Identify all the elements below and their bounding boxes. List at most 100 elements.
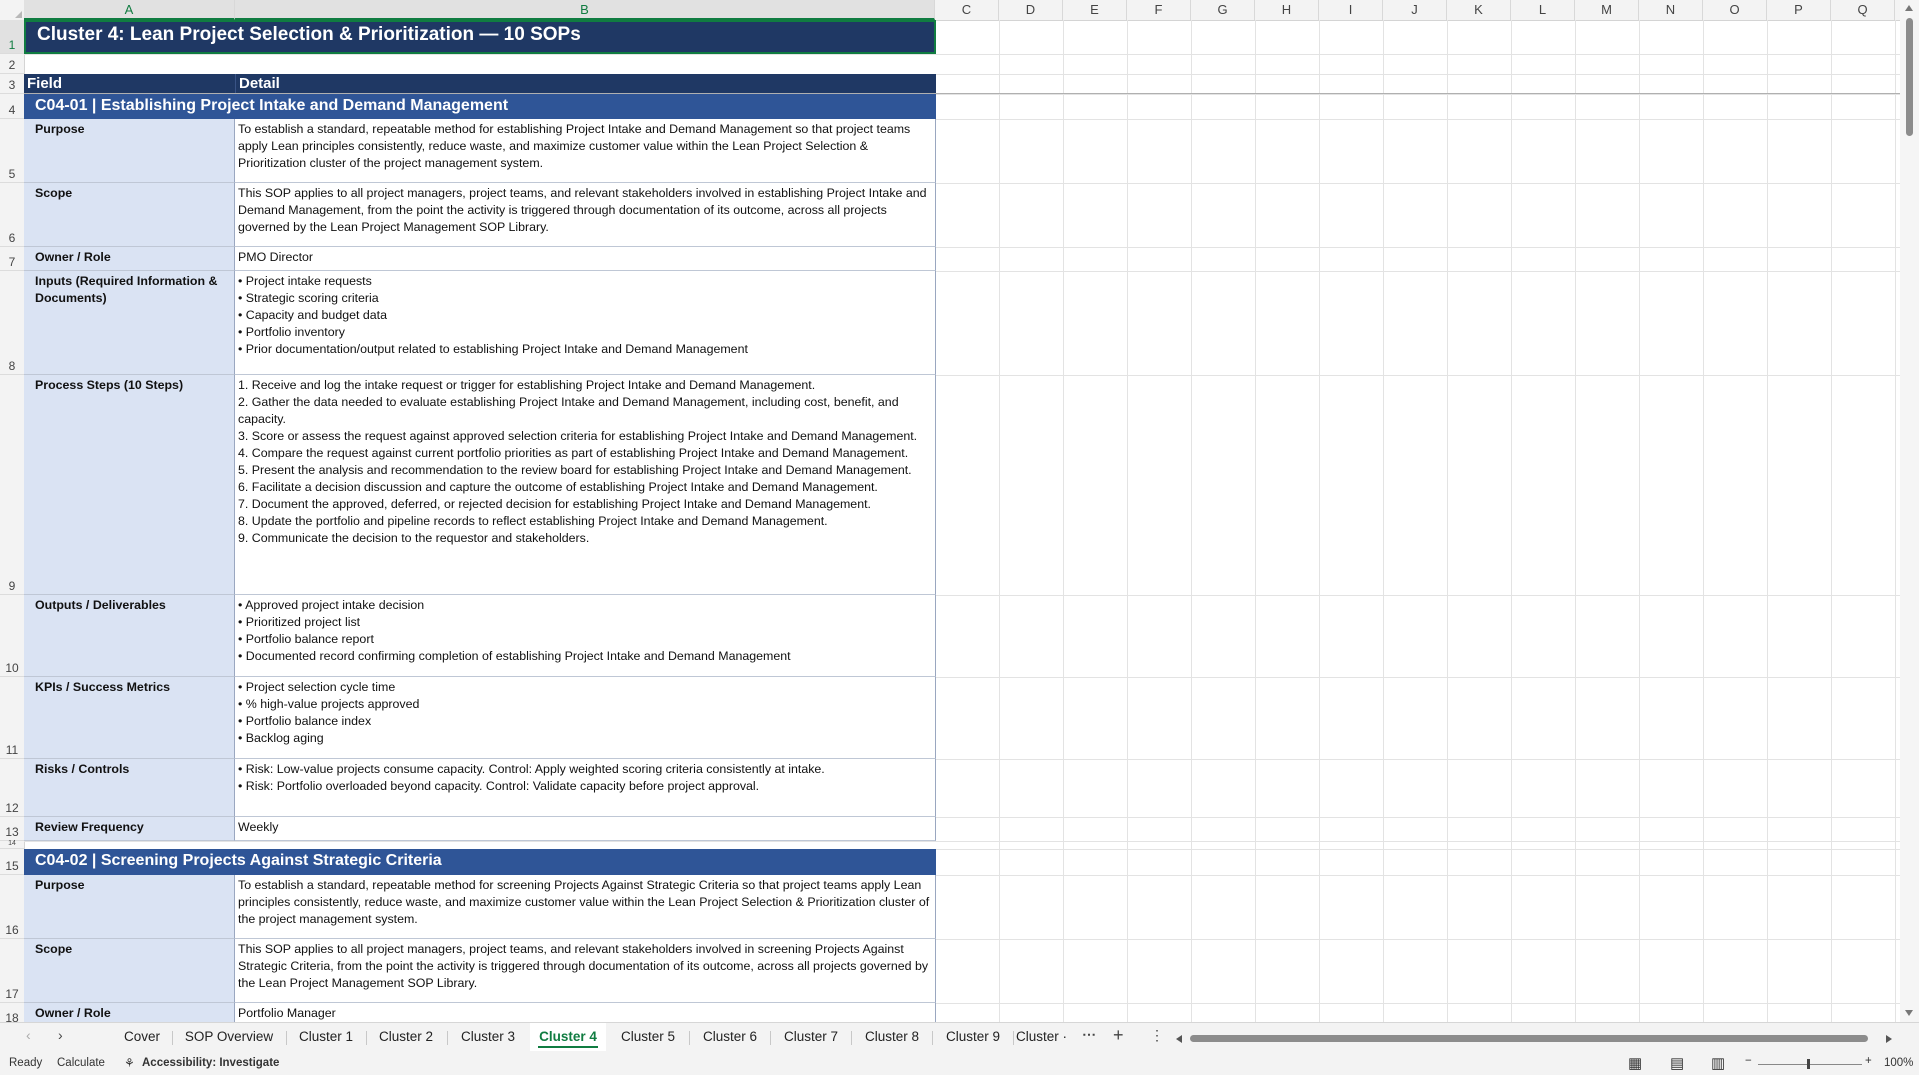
column-header-o[interactable]: O [1703, 0, 1767, 20]
tab-cluster-6[interactable]: Cluster 6 [692, 1023, 768, 1051]
column-header-m[interactable]: M [1575, 0, 1639, 20]
normal-view-icon[interactable]: ▦ [1628, 1054, 1642, 1072]
row-header-4[interactable]: 4 [0, 94, 24, 119]
tab-cluster-10-truncated[interactable]: Cluster · [1016, 1023, 1078, 1051]
scroll-down-icon[interactable] [1905, 1010, 1913, 1016]
row-header-16[interactable]: 16 [0, 875, 24, 939]
row-header-17[interactable]: 17 [0, 939, 24, 1003]
zoom-out-icon[interactable]: − [1745, 1055, 1752, 1067]
tab-cluster-7[interactable]: Cluster 7 [773, 1023, 849, 1051]
row-header-5[interactable]: 5 [0, 119, 24, 183]
column-header-l[interactable]: L [1511, 0, 1575, 20]
column-header-n[interactable]: N [1639, 0, 1703, 20]
tab-cluster-5[interactable]: Cluster 5 [610, 1023, 686, 1051]
row-header-6[interactable]: 6 [0, 183, 24, 247]
row-header-10[interactable]: 10 [0, 595, 24, 677]
detail-process-steps[interactable]: 1. Receive and log the intake request or… [235, 375, 936, 595]
field-review-frequency[interactable]: Review Frequency [24, 817, 235, 841]
select-all-button[interactable] [0, 0, 25, 20]
zoom-level[interactable]: 100% [1884, 1057, 1913, 1069]
row-header-3[interactable]: 3 [0, 74, 24, 94]
row-header-1[interactable]: 1 [0, 20, 24, 54]
column-header-h[interactable]: H [1255, 0, 1319, 20]
field-outputs[interactable]: Outputs / Deliverables [24, 595, 235, 677]
column-header-q[interactable]: Q [1831, 0, 1895, 20]
field-kpis[interactable]: KPIs / Success Metrics [24, 677, 235, 759]
accessibility-icon[interactable]: ⚘ [124, 1056, 135, 1070]
zoom-slider[interactable] [1758, 1064, 1862, 1065]
column-header-g[interactable]: G [1191, 0, 1255, 20]
page-layout-view-icon[interactable]: ▤ [1670, 1054, 1684, 1072]
column-header-d[interactable]: D [999, 0, 1063, 20]
row-header-11[interactable]: 11 [0, 677, 24, 759]
sheet-title-cell[interactable]: Cluster 4: Lean Project Selection & Prio… [24, 20, 936, 54]
detail-owner-role[interactable]: PMO Director [235, 247, 936, 271]
zoom-in-icon[interactable]: + [1865, 1055, 1872, 1067]
more-tabs-icon[interactable]: ⋯ [1082, 1026, 1096, 1043]
page-break-view-icon[interactable]: ▥ [1711, 1054, 1725, 1072]
column-header-b[interactable]: B [235, 0, 935, 20]
accessibility-status[interactable]: Accessibility: Investigate [142, 1057, 279, 1069]
horizontal-scrollbar[interactable] [1176, 1032, 1892, 1044]
column-header-f[interactable]: F [1127, 0, 1191, 20]
sop-header-c04-02[interactable]: C04-02 | Screening Projects Against Stra… [24, 849, 936, 875]
detail-kpis[interactable]: • Project selection cycle time • % high-… [235, 677, 936, 759]
detail-purpose[interactable]: To establish a standard, repeatable meth… [235, 875, 936, 939]
field-purpose[interactable]: Purpose [24, 119, 235, 183]
column-header-a[interactable]: A [24, 0, 235, 20]
detail-owner-role[interactable]: Portfolio Manager [235, 1003, 936, 1022]
tab-sop-overview[interactable]: SOP Overview [174, 1023, 284, 1051]
field-scope[interactable]: Scope [24, 183, 235, 247]
detail-purpose[interactable]: To establish a standard, repeatable meth… [235, 119, 936, 183]
field-process-steps[interactable]: Process Steps (10 Steps) [24, 375, 235, 595]
tab-scroll-right-icon[interactable]: › [58, 1027, 63, 1043]
field-scope[interactable]: Scope [24, 939, 235, 1003]
column-header-i[interactable]: I [1319, 0, 1383, 20]
detail-column-header[interactable]: Detail [235, 74, 936, 94]
detail-scope[interactable]: This SOP applies to all project managers… [235, 183, 936, 247]
row-header-15[interactable]: 15 [0, 849, 24, 875]
tab-cluster-3[interactable]: Cluster 3 [450, 1023, 526, 1051]
detail-review-frequency[interactable]: Weekly [235, 817, 936, 841]
scroll-left-icon[interactable] [1176, 1035, 1182, 1043]
tab-cluster-1[interactable]: Cluster 1 [288, 1023, 364, 1051]
detail-outputs[interactable]: • Approved project intake decision • Pri… [235, 595, 936, 677]
field-column-header[interactable]: Field [24, 74, 235, 94]
tab-cluster-9[interactable]: Cluster 9 [935, 1023, 1011, 1051]
sop-header-c04-01[interactable]: C04-01 | Establishing Project Intake and… [24, 94, 936, 119]
row-header-8[interactable]: 8 [0, 271, 24, 375]
field-inputs[interactable]: Inputs (Required Information & Documents… [24, 271, 235, 375]
scroll-up-icon[interactable] [1905, 5, 1913, 11]
detail-inputs[interactable]: • Project intake requests • Strategic sc… [235, 271, 936, 375]
spreadsheet-grid[interactable]: Cluster 4: Lean Project Selection & Prio… [24, 20, 1900, 1022]
row-header-7[interactable]: 7 [0, 247, 24, 271]
calculate-button[interactable]: Calculate [57, 1057, 105, 1069]
field-purpose[interactable]: Purpose [24, 875, 235, 939]
tab-cluster-8[interactable]: Cluster 8 [854, 1023, 930, 1051]
tab-cluster-2[interactable]: Cluster 2 [368, 1023, 444, 1051]
column-header-j[interactable]: J [1383, 0, 1447, 20]
detail-scope[interactable]: This SOP applies to all project managers… [235, 939, 936, 1003]
row-header-9[interactable]: 9 [0, 375, 24, 595]
column-header-p[interactable]: P [1767, 0, 1831, 20]
column-header-k[interactable]: K [1447, 0, 1511, 20]
row-header-13[interactable]: 13 [0, 817, 24, 841]
vertical-scrollbar[interactable] [1900, 0, 1919, 1022]
detail-risks-controls[interactable]: • Risk: Low-value projects consume capac… [235, 759, 936, 817]
row-header-14[interactable]: 14 [0, 840, 24, 849]
row-header-12[interactable]: 12 [0, 759, 24, 817]
tab-cover[interactable]: Cover [112, 1023, 172, 1051]
add-sheet-icon[interactable]: + [1113, 1025, 1124, 1046]
vertical-scroll-thumb[interactable] [1906, 18, 1913, 136]
tab-options-icon[interactable]: ⋮ [1150, 1027, 1164, 1044]
zoom-slider-thumb[interactable] [1807, 1059, 1810, 1069]
tab-scroll-left-icon[interactable]: ‹ [26, 1027, 31, 1043]
row-header-2[interactable]: 2 [0, 54, 24, 74]
field-owner-role[interactable]: Owner / Role [24, 247, 235, 271]
tab-cluster-4[interactable]: Cluster 4 [530, 1023, 606, 1051]
column-header-c[interactable]: C [935, 0, 999, 20]
field-owner-role[interactable]: Owner / Role [24, 1003, 235, 1022]
column-header-e[interactable]: E [1063, 0, 1127, 20]
row-header-18[interactable]: 18 [0, 1003, 24, 1022]
field-risks-controls[interactable]: Risks / Controls [24, 759, 235, 817]
